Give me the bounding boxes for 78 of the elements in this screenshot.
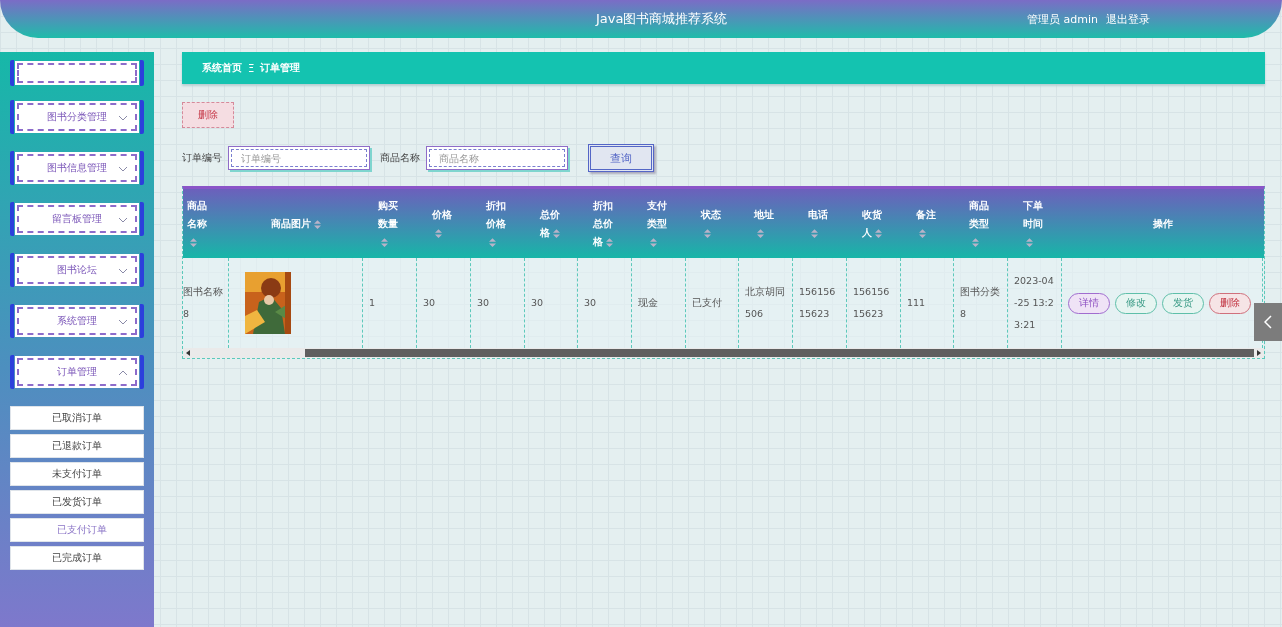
menu-item[interactable]: 图书信息管理	[17, 154, 137, 182]
sort-icon[interactable]	[875, 228, 882, 238]
table-cell-text: 2023-04-25 13:23:21	[1014, 274, 1055, 332]
collapse-tab[interactable]	[1254, 303, 1282, 341]
menu-item[interactable]: 图书论坛	[17, 256, 137, 284]
detail-button[interactable]: 详情	[1068, 292, 1110, 314]
sort-icon[interactable]	[703, 228, 711, 238]
delete-button[interactable]: 删除	[182, 102, 234, 128]
scroll-right-icon[interactable]	[1257, 350, 1261, 356]
submenu-item[interactable]: 已完成订单	[10, 546, 144, 570]
breadcrumb-separator: Ξ	[248, 62, 255, 74]
menu-item[interactable]: 留言板管理	[17, 205, 137, 233]
sort-icon[interactable]	[650, 237, 657, 247]
table-cell-text: 15615615623	[799, 285, 837, 321]
breadcrumb-current: 订单管理	[260, 61, 301, 75]
column-header[interactable]: 商品图片	[271, 214, 321, 233]
column-header[interactable]: 总价格	[539, 205, 564, 242]
sort-icon[interactable]	[1026, 237, 1033, 247]
column-header[interactable]: 电话	[808, 205, 832, 242]
column-header[interactable]: 状态	[700, 205, 725, 242]
submenu-item[interactable]: 已发货订单	[10, 490, 144, 514]
column-header[interactable]: 备注	[915, 205, 940, 242]
column-header[interactable]: 购买数量	[378, 196, 402, 251]
sort-icon[interactable]	[435, 228, 442, 238]
table-cell-text: 北京胡同506	[745, 285, 786, 321]
column-header[interactable]: 商品名称	[187, 196, 211, 251]
submenu-item[interactable]: 未支付订单	[10, 462, 144, 486]
column-header[interactable]: 折扣价格	[486, 196, 510, 251]
column-header[interactable]: 地址	[754, 205, 778, 242]
column-header[interactable]: 价格	[432, 205, 456, 242]
submenu-item[interactable]: 已退款订单	[10, 434, 144, 458]
search-field[interactable]: 商品名称	[426, 146, 568, 170]
search-button[interactable]: 查询	[588, 144, 654, 172]
table-cell-text: 30	[477, 296, 490, 310]
sort-icon[interactable]	[606, 237, 613, 247]
search-field[interactable]: 订单编号	[228, 146, 370, 170]
column-header[interactable]: 支付类型	[647, 196, 671, 251]
table-cell-text: 15615615623	[853, 285, 891, 321]
sort-icon[interactable]	[314, 219, 321, 229]
menu-item[interactable]: 订单管理	[17, 358, 137, 386]
sort-icon[interactable]	[190, 237, 197, 247]
table-cell-text: 30	[423, 296, 436, 310]
table-cell-text: 图书名称8	[183, 285, 224, 321]
table-cell-text: 111	[907, 296, 926, 310]
table-cell-text: 图书分类8	[960, 285, 1001, 321]
scroll-left-icon[interactable]	[186, 350, 190, 356]
menu-item[interactable]: 系统管理	[17, 307, 137, 335]
sort-icon[interactable]	[757, 228, 764, 238]
logout-link[interactable]: 退出登录	[1106, 11, 1150, 27]
sort-icon[interactable]	[972, 237, 979, 247]
app-title: Java图书商城推荐系统	[596, 10, 728, 28]
table-cell-text: 1	[369, 296, 376, 310]
ship-button[interactable]: 发货	[1162, 292, 1204, 314]
column-header[interactable]: 收货人	[862, 205, 886, 242]
user-label: 管理员 admin	[1027, 11, 1098, 27]
submenu-item[interactable]: 已支付订单	[10, 518, 144, 542]
delete-button[interactable]: 删除	[1209, 292, 1251, 314]
table-cell-text: 已支付	[692, 296, 722, 310]
column-header: 操作	[1152, 216, 1173, 231]
menu-item[interactable]	[17, 63, 137, 83]
field-label: 商品名称	[380, 151, 420, 165]
column-header[interactable]: 折扣总价格	[593, 196, 617, 251]
edit-button[interactable]: 修改	[1115, 292, 1157, 314]
field-label: 订单编号	[182, 151, 222, 165]
scrollbar[interactable]	[183, 348, 1264, 358]
column-header[interactable]: 下单时间	[1023, 196, 1047, 251]
table-cell-text: 30	[531, 296, 544, 310]
sort-icon[interactable]	[489, 237, 496, 247]
submenu-item[interactable]: 已取消订单	[10, 406, 144, 430]
sort-icon[interactable]	[811, 228, 818, 238]
sort-icon[interactable]	[918, 228, 926, 238]
sort-icon[interactable]	[381, 237, 388, 247]
column-header[interactable]: 商品类型	[969, 196, 993, 251]
table-cell-text: 30	[584, 296, 597, 310]
chevron-left-icon	[1264, 315, 1272, 329]
menu-item[interactable]: 图书分类管理	[17, 103, 137, 131]
table-cell-text: 现金	[638, 296, 658, 310]
sort-icon[interactable]	[552, 228, 560, 238]
